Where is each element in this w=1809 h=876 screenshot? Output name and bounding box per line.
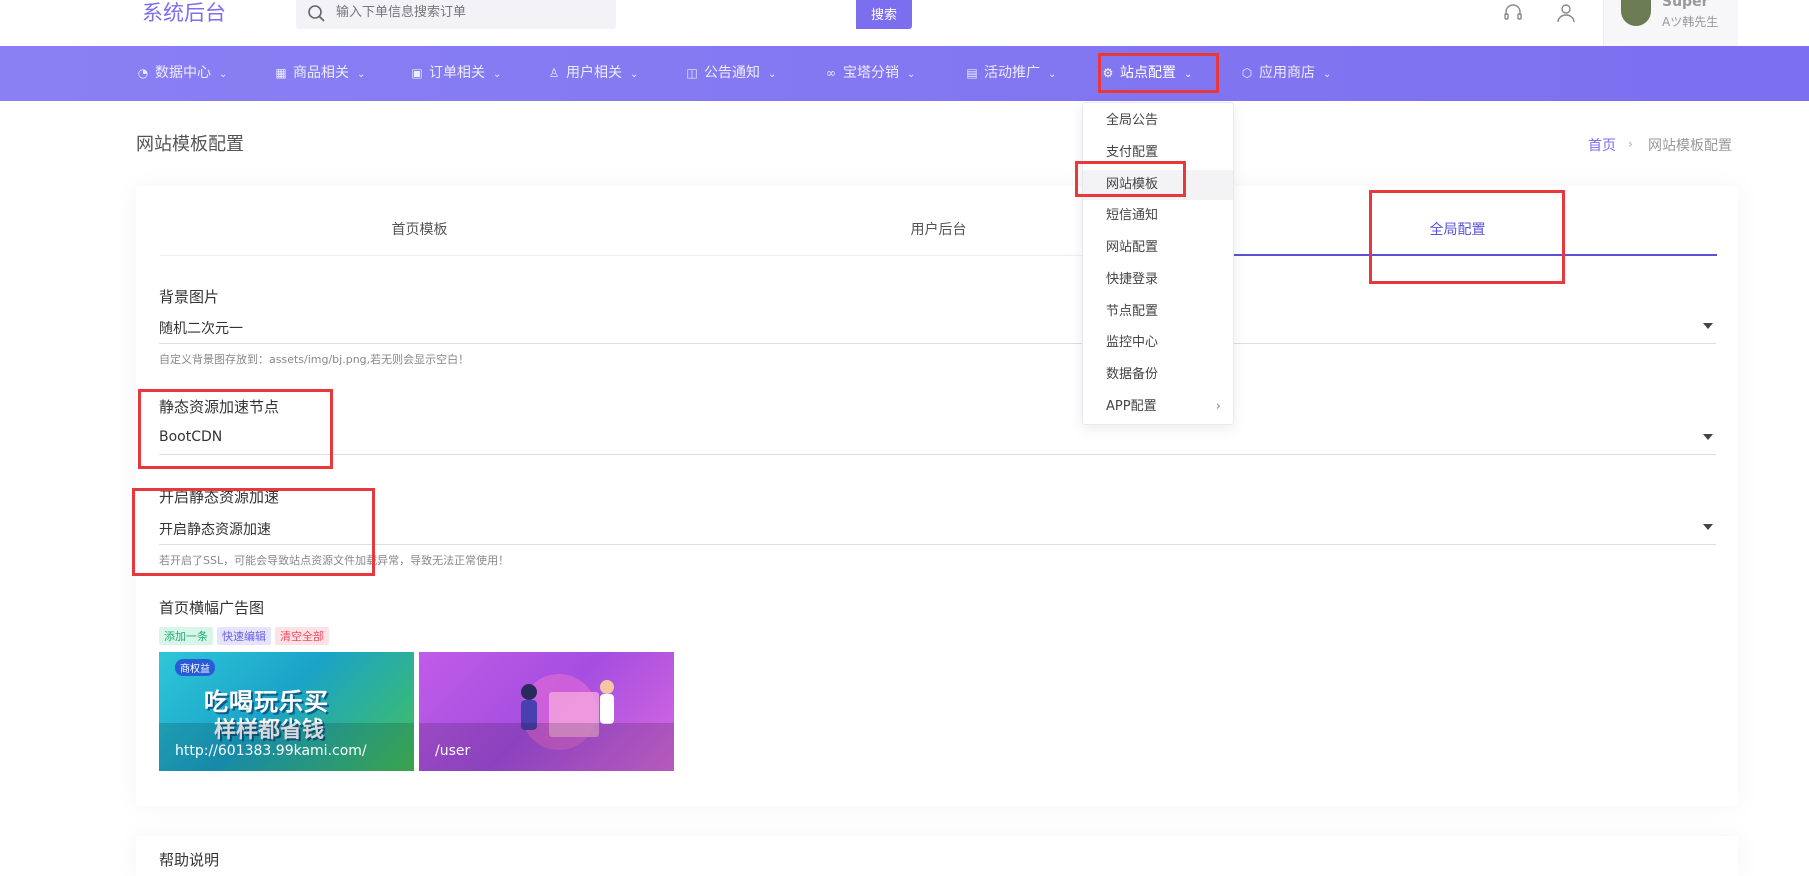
nav-item-dashboard[interactable]: ◔ 数据中心 ⌄ bbox=[136, 46, 228, 101]
dashboard-icon: ◔ bbox=[137, 66, 149, 80]
bg-image-label: 背景图片 bbox=[159, 288, 220, 306]
menu-item-node-config[interactable]: 节点配置 bbox=[1083, 297, 1233, 327]
banner-actions: 添加一条 快速编辑 清空全部 bbox=[159, 625, 333, 645]
avatar bbox=[1621, 0, 1651, 26]
banner-image-1[interactable]: 商权益 吃喝玩乐买 样样都省钱 http://601383.99kami.com… bbox=[159, 652, 414, 771]
bg-image-select[interactable]: 随机二次元一 bbox=[159, 310, 1716, 344]
nav-label: 应用商店 bbox=[1259, 65, 1315, 81]
help-title: 帮助说明 bbox=[159, 851, 220, 869]
search-button[interactable]: 搜索 bbox=[856, 0, 912, 29]
cdn-select[interactable]: BootCDN bbox=[159, 421, 1716, 455]
nav-item-notices[interactable]: ◫ 公告通知 ⌄ bbox=[685, 46, 776, 101]
search-bar: 搜索 bbox=[296, 0, 912, 29]
user-menu[interactable]: Super Aツ韩先生 bbox=[1603, 0, 1738, 46]
quick-edit-button[interactable]: 快速编辑 bbox=[217, 627, 271, 645]
search-input[interactable] bbox=[336, 0, 536, 24]
add-banner-button[interactable]: 添加一条 bbox=[159, 627, 213, 645]
menu-item-label: APP配置 bbox=[1106, 399, 1157, 414]
annotation-box bbox=[1098, 53, 1219, 93]
cube-icon: ⬡ bbox=[1241, 66, 1253, 80]
chevron-down-icon: ⌄ bbox=[1048, 69, 1057, 80]
page-title: 网站模板配置 bbox=[136, 134, 244, 155]
annotation-box bbox=[138, 389, 333, 469]
gift-icon: ▤ bbox=[966, 66, 978, 80]
banner-tag: 商权益 bbox=[175, 659, 215, 676]
help-card bbox=[136, 836, 1738, 876]
user-role: Aツ韩先生 bbox=[1662, 15, 1719, 29]
profile-icon[interactable] bbox=[1555, 2, 1577, 24]
accel-select[interactable]: 开启静态资源加速 bbox=[159, 511, 1716, 545]
book-icon: ◫ bbox=[686, 66, 698, 80]
chevron-down-icon: ⌄ bbox=[630, 69, 639, 80]
chevron-down-icon: ⌄ bbox=[219, 69, 228, 80]
bg-image-help: 自定义背景图存放到：assets/img/bj.png,若无则会显示空白！ bbox=[159, 353, 470, 366]
main-nav: ◔ 数据中心 ⌄ ▦ 商品相关 ⌄ ▣ 订单相关 ⌄ ♙ 用户相关 ⌄ ◫ 公告通知 ⌄ ∞ 宝塔分销… bbox=[0, 46, 1809, 101]
breadcrumb-separator: › bbox=[1628, 137, 1633, 151]
nav-item-promotion[interactable]: ▤ 活动推广 ⌄ bbox=[965, 46, 1056, 101]
menu-item-sms[interactable]: 短信通知 bbox=[1083, 201, 1233, 231]
nav-label: 订单相关 bbox=[429, 65, 485, 81]
grid-icon: ▦ bbox=[275, 66, 287, 80]
menu-item-site-config[interactable]: 网站配置 bbox=[1083, 233, 1233, 263]
annotation-box bbox=[1075, 161, 1186, 197]
user-name: Super bbox=[1662, 0, 1709, 10]
menu-item-backup[interactable]: 数据备份 bbox=[1083, 360, 1233, 390]
headset-icon[interactable] bbox=[1502, 2, 1524, 24]
nav-item-distribution[interactable]: ∞ 宝塔分销 ⌄ bbox=[824, 46, 915, 101]
menu-item-app-config[interactable]: APP配置 › bbox=[1083, 392, 1233, 422]
chevron-down-icon: ⌄ bbox=[493, 69, 502, 80]
menu-item-monitor[interactable]: 监控中心 bbox=[1083, 328, 1233, 358]
nav-item-users[interactable]: ♙ 用户相关 ⌄ bbox=[547, 46, 639, 101]
chevron-down-icon: ⌄ bbox=[907, 69, 916, 80]
nav-label: 活动推广 bbox=[984, 65, 1040, 81]
site-config-dropdown: 全局公告 支付配置 网站模板 短信通知 网站配置 快捷登录 节点配置 监控中心 … bbox=[1082, 102, 1234, 425]
breadcrumb-home[interactable]: 首页 bbox=[1588, 135, 1616, 155]
user-icon: ♙ bbox=[548, 66, 560, 80]
nav-label: 宝塔分销 bbox=[843, 65, 899, 81]
nav-label: 商品相关 bbox=[293, 65, 349, 81]
banner-url: /user bbox=[435, 743, 471, 759]
share-icon: ∞ bbox=[826, 66, 836, 80]
bg-image-value: 随机二次元一 bbox=[159, 321, 243, 337]
chevron-down-icon: ⌄ bbox=[357, 69, 366, 80]
search-icon bbox=[308, 5, 325, 22]
menu-item-global-notice[interactable]: 全局公告 bbox=[1083, 106, 1233, 136]
caret-down-icon bbox=[1703, 434, 1713, 440]
order-icon: ▣ bbox=[411, 66, 423, 80]
banner-label: 首页横幅广告图 bbox=[159, 599, 265, 617]
nav-item-orders[interactable]: ▣ 订单相关 ⌄ bbox=[410, 46, 501, 101]
nav-label: 数据中心 bbox=[155, 65, 211, 81]
annotation-box bbox=[132, 488, 375, 576]
annotation-box bbox=[1369, 190, 1565, 284]
chevron-down-icon: ⌄ bbox=[768, 69, 777, 80]
banner-image-2[interactable]: /user bbox=[419, 652, 674, 771]
menu-item-quick-login[interactable]: 快捷登录 bbox=[1083, 265, 1233, 295]
caret-down-icon bbox=[1703, 323, 1713, 329]
nav-item-app-store[interactable]: ⬡ 应用商店 ⌄ bbox=[1240, 46, 1332, 101]
chevron-down-icon: ⌄ bbox=[1323, 69, 1332, 80]
caret-down-icon bbox=[1703, 524, 1713, 530]
banner-url: http://601383.99kami.com/ bbox=[175, 743, 367, 759]
nav-label: 用户相关 bbox=[566, 65, 622, 81]
top-bar: 系统后台 搜索 Super Aツ韩先生 bbox=[0, 0, 1809, 46]
nav-label: 公告通知 bbox=[704, 65, 760, 81]
nav-item-products[interactable]: ▦ 商品相关 ⌄ bbox=[274, 46, 365, 101]
tab-home-template[interactable]: 首页模板 bbox=[160, 204, 679, 256]
clear-all-button[interactable]: 清空全部 bbox=[275, 627, 329, 645]
brand-logo[interactable]: 系统后台 bbox=[142, 0, 226, 26]
breadcrumb-current: 网站模板配置 bbox=[1648, 138, 1732, 154]
chevron-right-icon: › bbox=[1215, 399, 1221, 414]
